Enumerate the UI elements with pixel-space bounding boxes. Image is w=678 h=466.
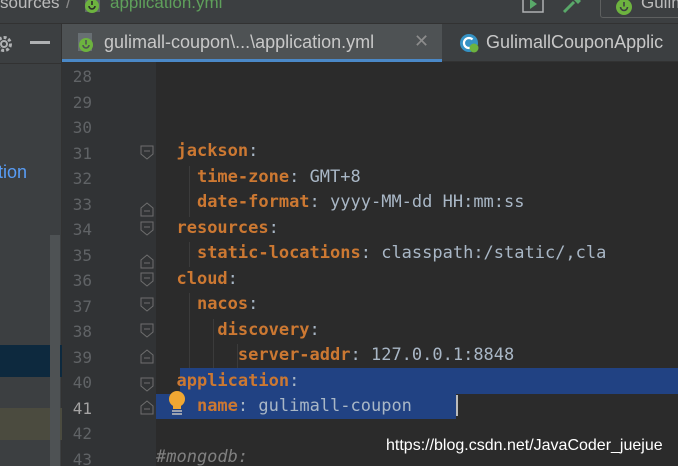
fold-marker-icon[interactable] (140, 221, 154, 236)
watermark: https://blog.csdn.net/JavaCoder_juejue (386, 437, 663, 454)
run-icon[interactable] (522, 0, 544, 14)
yaml-comment: #mongodb: (156, 447, 249, 466)
spring-boot-run-icon (616, 0, 632, 15)
yaml-key: name (196, 396, 238, 416)
spring-yml-file-icon (78, 33, 93, 52)
spring-boot-class-icon (460, 34, 479, 53)
intention-bulb-icon[interactable] (166, 390, 188, 418)
fold-marker-icon[interactable] (140, 400, 154, 415)
fold-marker-icon[interactable] (140, 349, 154, 364)
gear-icon[interactable] (0, 34, 14, 54)
code-line: resources: (176, 217, 279, 238)
tab-application-yml[interactable]: gulimall-coupon\...\application.yml ✕ (62, 24, 442, 62)
toolbar-divider (0, 63, 62, 64)
yaml-key: date-format (196, 192, 310, 212)
run-configuration-select[interactable]: Gulim (600, 0, 678, 18)
yaml-key: nacos (196, 294, 249, 314)
code-line: time-zone: GMT+8 (196, 166, 361, 187)
tab-label: GulimallCouponApplic (486, 32, 664, 52)
navigation-bar: sources / application.yml Gulim (0, 0, 678, 24)
fold-marker-icon[interactable] (140, 145, 154, 160)
fold-marker-icon[interactable] (140, 323, 154, 338)
tab-gulimall-coupon-application[interactable]: GulimallCouponApplic (444, 24, 678, 62)
editor-tabs: gulimall-coupon\...\application.yml ✕ Gu… (62, 24, 678, 62)
code-line: cloud: (176, 268, 238, 289)
code-line: nacos: (196, 294, 259, 314)
yaml-key: jackson (176, 141, 249, 161)
breadcrumb-separator: / (66, 0, 71, 12)
code-line: static-locations: classpath:/static/,cla (196, 243, 607, 263)
build-hammer-icon[interactable] (560, 0, 584, 14)
code-line: server-addr: 127.0.0.1:8848 (237, 345, 515, 365)
fold-marker-icon[interactable] (140, 254, 154, 269)
yaml-key: application (176, 370, 290, 391)
breadcrumb-resources[interactable]: sources (0, 0, 60, 13)
code-line: discovery: (217, 319, 320, 340)
yaml-value: classpath:/static/,cla (381, 243, 607, 263)
code-line-current: name: gulimall-coupon (196, 396, 412, 416)
close-icon[interactable]: ✕ (414, 31, 429, 52)
text-caret (456, 395, 458, 416)
tab-label: gulimall-coupon\...\application.yml (104, 32, 375, 52)
fold-markers (140, 145, 154, 415)
minimize-icon[interactable] (30, 41, 50, 44)
yaml-key: resources (176, 217, 269, 238)
code-line: #mongodb: (156, 445, 248, 466)
fold-marker-icon[interactable] (140, 297, 154, 312)
yaml-key: discovery (217, 319, 310, 340)
project-tree-scrollbar[interactable] (50, 235, 60, 466)
fold-marker-icon[interactable] (140, 377, 154, 392)
yaml-value: yyyy-MM-dd HH:mm:ss (330, 192, 525, 212)
yaml-value: GMT+8 (309, 166, 361, 187)
yaml-value: gulimall-coupon (258, 396, 412, 416)
breadcrumb-file-label: application.yml (110, 0, 223, 12)
project-tree-item-label[interactable]: tion (0, 162, 27, 183)
code-line: date-format: yyyy-MM-dd HH:mm:ss (196, 192, 525, 212)
yaml-key: server-addr (237, 345, 351, 365)
yaml-value: 127.0.0.1:8848 (370, 345, 515, 365)
project-tool-window: tion (0, 24, 62, 466)
run-configuration-label: Gulim (641, 0, 678, 12)
yaml-key: time-zone (196, 166, 290, 187)
code-editor[interactable]: jackson: time-zone: GMT+8 date-format: y… (156, 62, 678, 466)
spring-yml-file-icon (85, 0, 100, 13)
yaml-key: static-locations (196, 243, 361, 263)
code-line: jackson: (176, 141, 259, 161)
fold-marker-icon[interactable] (140, 202, 154, 217)
yaml-key: cloud (176, 268, 228, 289)
fold-marker-icon[interactable] (140, 272, 154, 287)
